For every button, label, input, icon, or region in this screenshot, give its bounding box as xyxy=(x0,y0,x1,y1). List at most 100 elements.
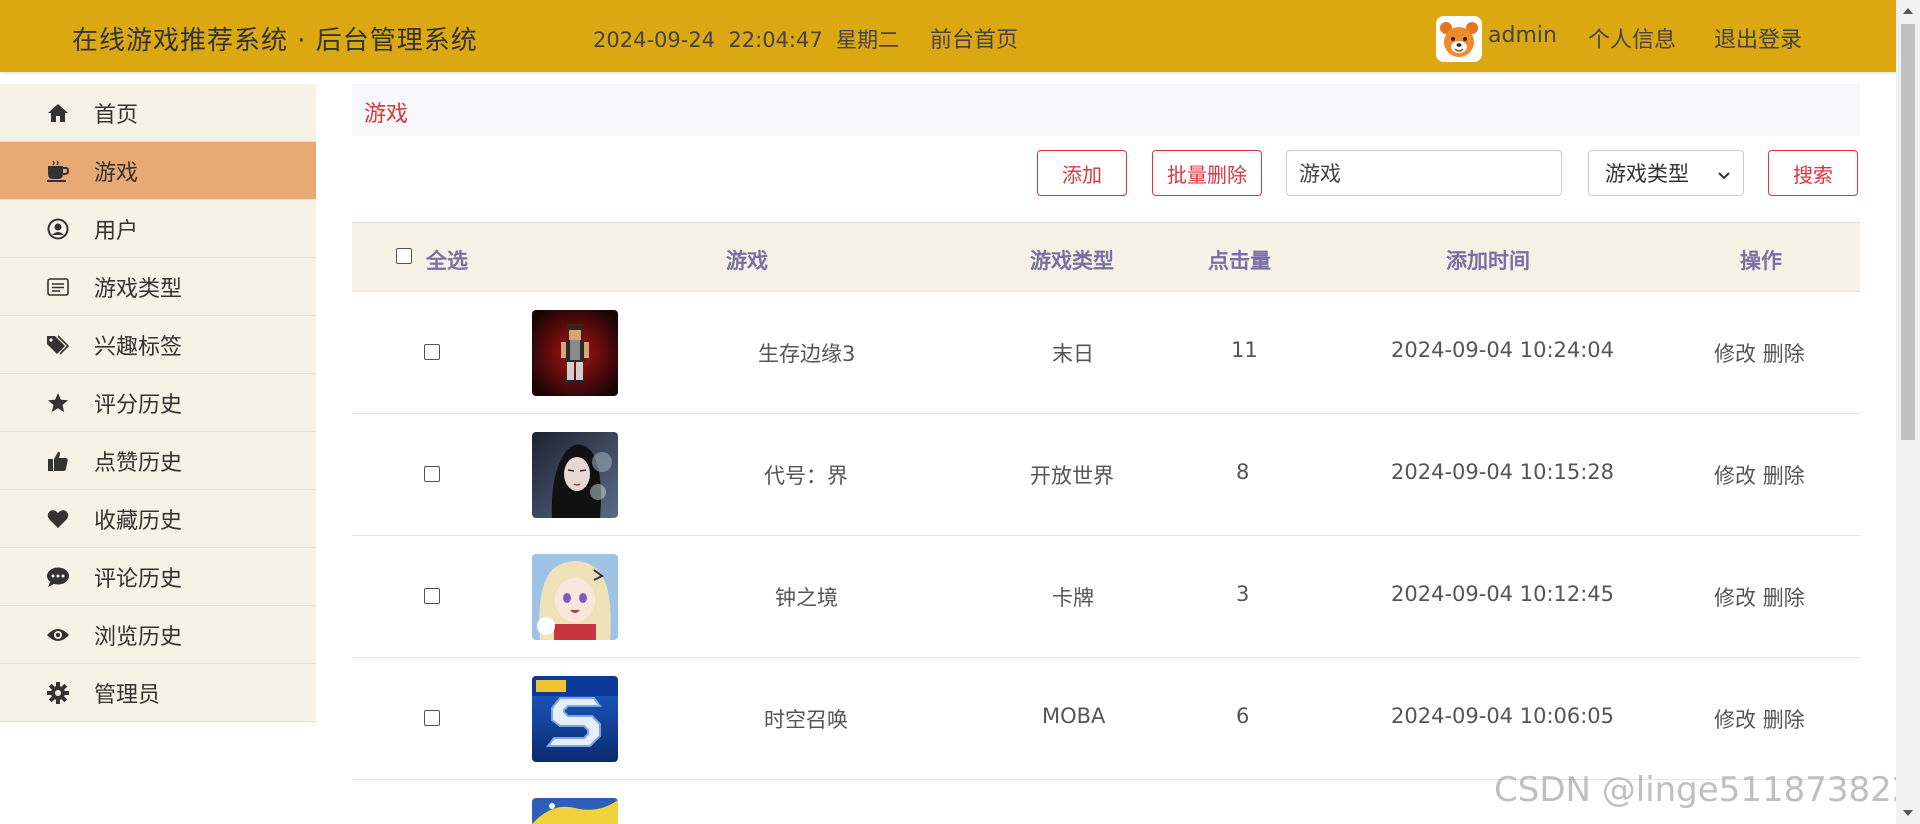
sidebar-item-label: 游戏 xyxy=(94,160,139,186)
row-checkbox[interactable] xyxy=(424,710,440,726)
gear-icon xyxy=(46,681,70,705)
scroll-down-arrow-icon xyxy=(1903,810,1913,816)
sidebar-item-game-types[interactable]: 游戏类型 xyxy=(0,258,316,316)
sidebar-item-label: 首页 xyxy=(94,102,139,128)
row-checkbox[interactable] xyxy=(424,588,440,604)
search-button[interactable]: 搜索 xyxy=(1768,150,1858,196)
sidebar-item-label: 点赞历史 xyxy=(94,450,183,476)
vertical-scrollbar[interactable] xyxy=(1896,0,1920,824)
edit-link[interactable]: 修改 xyxy=(1714,586,1756,610)
search-input[interactable]: 游戏 xyxy=(1286,150,1562,196)
app-title: 在线游戏推荐系统 · 后台管理系统 xyxy=(72,26,478,56)
batch-delete-button[interactable]: 批量删除 xyxy=(1152,150,1262,196)
game-type: MOBA xyxy=(1042,704,1106,728)
row-checkbox[interactable] xyxy=(424,466,440,482)
edit-link[interactable]: 修改 xyxy=(1714,708,1756,732)
header-game: 游戏 xyxy=(726,249,768,273)
game-name: 生存边缘3 xyxy=(758,342,856,366)
breadcrumb-current: 游戏 xyxy=(364,102,409,127)
sidebar-item-comment-history[interactable]: 评论历史 xyxy=(0,548,316,606)
watermark: CSDN @linge511873822 xyxy=(1494,770,1914,810)
user-circle-icon xyxy=(46,217,70,241)
delete-link[interactable]: 删除 xyxy=(1763,586,1805,610)
header-added-time: 添加时间 xyxy=(1446,249,1530,273)
breadcrumb: 游戏 xyxy=(352,84,1860,136)
table-row: 代号：界 开放世界 8 2024-09-04 10:15:28 修改 删除 xyxy=(352,414,1860,536)
select-all-checkbox[interactable] xyxy=(396,248,412,264)
front-page-link[interactable]: 前台首页 xyxy=(930,22,1018,54)
table-header: 全选 游戏 游戏类型 点击量 添加时间 操作 xyxy=(352,222,1860,292)
game-type: 开放世界 xyxy=(1030,464,1114,488)
sidebar-item-rating-history[interactable]: 评分历史 xyxy=(0,374,316,432)
header-clicks: 点击量 xyxy=(1208,249,1271,273)
header-operations: 操作 xyxy=(1740,249,1782,273)
edit-link[interactable]: 修改 xyxy=(1714,342,1756,366)
sidebar-item-label: 管理员 xyxy=(94,682,161,708)
game-name: 代号：界 xyxy=(764,464,848,488)
game-name: 钟之境 xyxy=(775,586,838,610)
coffee-cup-icon xyxy=(46,159,70,183)
game-type: 卡牌 xyxy=(1052,586,1094,610)
table-row: 钟之境 卡牌 3 2024-09-04 10:12:45 修改 删除 xyxy=(352,536,1860,658)
game-thumbnail xyxy=(532,432,618,518)
edit-link[interactable]: 修改 xyxy=(1714,464,1756,488)
table-row: 时空召唤 MOBA 6 2024-09-04 10:06:05 修改 删除 xyxy=(352,658,1860,780)
comment-icon xyxy=(46,565,70,589)
game-added-time: 2024-09-04 10:12:45 xyxy=(1391,582,1615,606)
game-type: 末日 xyxy=(1052,342,1094,366)
list-icon xyxy=(46,275,70,299)
game-added-time: 2024-09-04 10:15:28 xyxy=(1391,460,1615,484)
username: admin xyxy=(1488,23,1557,48)
sidebar-item-label: 评论历史 xyxy=(94,566,183,592)
game-clicks: 6 xyxy=(1236,704,1250,728)
select-value: 游戏类型 xyxy=(1605,162,1689,186)
avatar[interactable] xyxy=(1436,16,1482,62)
current-datetime: 2024-09-24 22:04:47 星期二 xyxy=(593,28,900,52)
sidebar-item-favorite-history[interactable]: 收藏历史 xyxy=(0,490,316,548)
sidebar: 首页 游戏 用户 游戏类型 兴趣标签 评分历史 点赞历史 收藏历史 评论历史 浏… xyxy=(0,84,316,722)
game-thumbnail xyxy=(532,676,618,762)
sidebar-item-games[interactable]: 游戏 xyxy=(0,142,316,200)
scrollbar-thumb[interactable] xyxy=(1901,24,1915,440)
row-actions: 修改 删除 xyxy=(1714,338,1805,368)
sidebar-item-users[interactable]: 用户 xyxy=(0,200,316,258)
add-button[interactable]: 添加 xyxy=(1037,150,1127,196)
game-thumbnail xyxy=(532,310,618,396)
game-name: 时空召唤 xyxy=(764,708,848,732)
sidebar-item-admins[interactable]: 管理员 xyxy=(0,664,316,722)
table-row: 生存边缘3 末日 11 2024-09-04 10:24:04 修改 删除 xyxy=(352,292,1860,414)
heart-icon xyxy=(46,507,70,531)
star-icon xyxy=(46,391,70,415)
game-thumbnail xyxy=(532,554,618,640)
logout-link[interactable]: 退出登录 xyxy=(1714,22,1802,54)
sidebar-item-label: 评分历史 xyxy=(94,392,183,418)
delete-link[interactable]: 删除 xyxy=(1763,342,1805,366)
game-type-select[interactable]: 游戏类型 xyxy=(1588,150,1744,196)
sidebar-item-interest-tags[interactable]: 兴趣标签 xyxy=(0,316,316,374)
game-clicks: 3 xyxy=(1236,582,1250,606)
game-added-time: 2024-09-04 10:06:05 xyxy=(1391,704,1615,728)
home-icon xyxy=(46,101,70,125)
row-checkbox[interactable] xyxy=(424,344,440,360)
row-actions: 修改 删除 xyxy=(1714,582,1805,612)
row-actions: 修改 删除 xyxy=(1714,704,1805,734)
sidebar-item-label: 用户 xyxy=(94,218,139,244)
sidebar-item-label: 兴趣标签 xyxy=(94,334,183,360)
game-clicks: 11 xyxy=(1231,338,1258,362)
delete-link[interactable]: 删除 xyxy=(1763,708,1805,732)
delete-link[interactable]: 删除 xyxy=(1763,464,1805,488)
profile-link[interactable]: 个人信息 xyxy=(1588,22,1676,54)
row-actions: 修改 删除 xyxy=(1714,460,1805,490)
top-header: 在线游戏推荐系统 · 后台管理系统 2024-09-24 22:04:47 星期… xyxy=(0,0,1920,72)
thumbs-up-icon xyxy=(46,449,70,473)
game-clicks: 8 xyxy=(1236,460,1250,484)
sidebar-item-label: 收藏历史 xyxy=(94,508,183,534)
sidebar-item-home[interactable]: 首页 xyxy=(0,84,316,142)
sidebar-item-label: 游戏类型 xyxy=(94,276,183,302)
tags-icon xyxy=(46,333,70,357)
header-select-all: 全选 xyxy=(426,249,468,273)
scroll-up-arrow-icon xyxy=(1903,8,1913,14)
sidebar-item-like-history[interactable]: 点赞历史 xyxy=(0,432,316,490)
sidebar-item-browse-history[interactable]: 浏览历史 xyxy=(0,606,316,664)
game-added-time: 2024-09-04 10:24:04 xyxy=(1391,338,1615,362)
